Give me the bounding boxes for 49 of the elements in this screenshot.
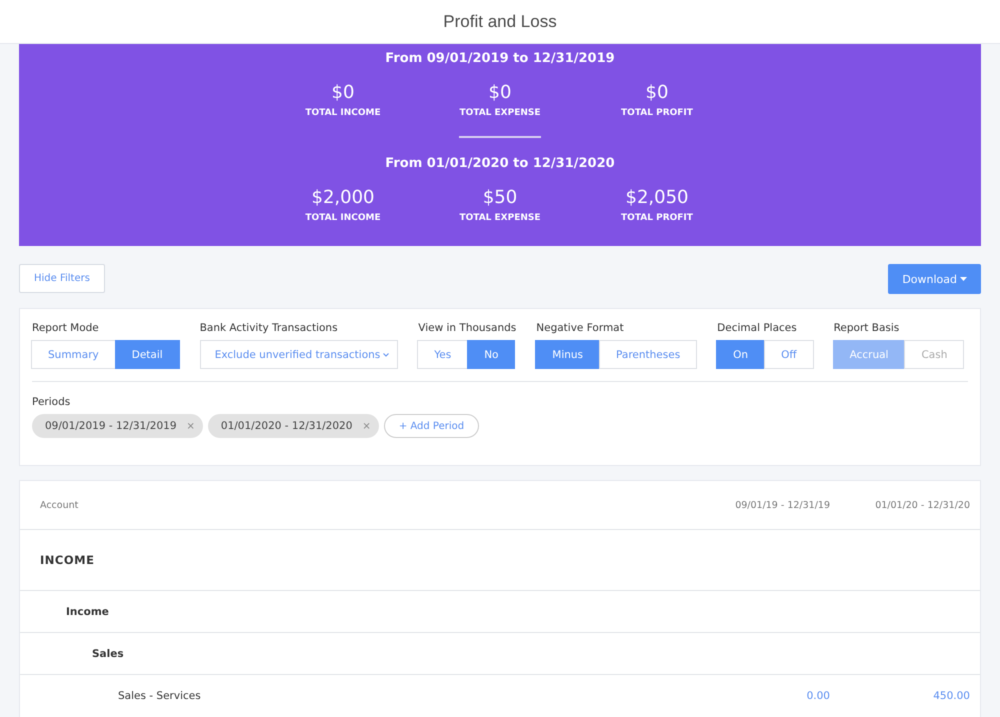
segment-option[interactable]: Off <box>764 340 814 369</box>
column-header: 09/01/19 - 12/31/19 <box>734 500 830 510</box>
period-title: From 09/01/2019 to 12/31/2019 <box>385 51 615 68</box>
segment-option[interactable]: Parentheses <box>599 340 698 369</box>
account-name: Income <box>66 606 110 618</box>
segment-option[interactable]: Detail <box>114 340 180 369</box>
remove-period-button[interactable]: × <box>186 420 195 432</box>
stat-label: TOTAL INCOME <box>305 108 381 118</box>
stat-label: TOTAL EXPENSE <box>459 213 541 223</box>
filter-label: View in Thousands <box>418 322 516 334</box>
stat-value: $2,050 <box>626 187 688 209</box>
segment-option[interactable]: Minus <box>535 340 600 369</box>
account-name: Sales <box>92 648 125 660</box>
account-name: Sales - Services <box>118 690 202 702</box>
filter-label: Negative Format <box>536 322 625 334</box>
amount-link[interactable]: 0.00 <box>690 690 830 702</box>
column-header: Account <box>40 500 80 510</box>
period-title: From 01/01/2020 to 12/31/2020 <box>385 156 615 173</box>
hide-filters-button[interactable]: Hide Filters <box>19 264 105 293</box>
column-header: 01/01/20 - 12/31/20 <box>874 500 970 510</box>
segment-option[interactable]: No <box>467 340 516 369</box>
page-title: Profit and Loss <box>443 12 557 32</box>
stat-value: $2,000 <box>312 187 374 209</box>
caret-icon <box>960 277 967 281</box>
period-range: 09/01/2019 - 12/31/2019 <box>45 420 177 432</box>
filter-label: Report Mode <box>32 322 100 334</box>
stat-label: TOTAL INCOME <box>305 213 381 223</box>
segment-option[interactable]: On <box>716 340 766 369</box>
period-range: 01/01/2020 - 12/31/2020 <box>220 420 352 432</box>
transactions-dropdown[interactable]: Exclude unverified transactions <box>200 340 398 369</box>
stat-label: TOTAL PROFIT <box>621 108 693 118</box>
download-button[interactable]: Download <box>888 264 981 294</box>
account-name: INCOME <box>40 553 96 567</box>
stat-label: TOTAL EXPENSE <box>459 108 541 118</box>
remove-period-button[interactable]: × <box>362 420 371 432</box>
filter-label: Report Basis <box>834 322 900 334</box>
segment-option[interactable]: Yes <box>417 340 468 369</box>
add-period-button[interactable]: + Add Period <box>384 414 480 438</box>
amount-link[interactable]: 450.00 <box>830 690 970 702</box>
segment-option[interactable]: Summary <box>31 340 116 369</box>
periods-label: Periods <box>32 396 72 408</box>
filter-label: Bank Activity Transactions <box>200 322 339 334</box>
stat-label: TOTAL PROFIT <box>621 213 693 223</box>
chevron-icon <box>383 352 390 356</box>
stat-value: $50 <box>482 187 518 209</box>
stat-value: $0 <box>332 82 354 104</box>
stat-value: $0 <box>646 82 668 104</box>
stat-value: $0 <box>488 82 512 104</box>
filter-label: Decimal Places <box>717 322 798 334</box>
